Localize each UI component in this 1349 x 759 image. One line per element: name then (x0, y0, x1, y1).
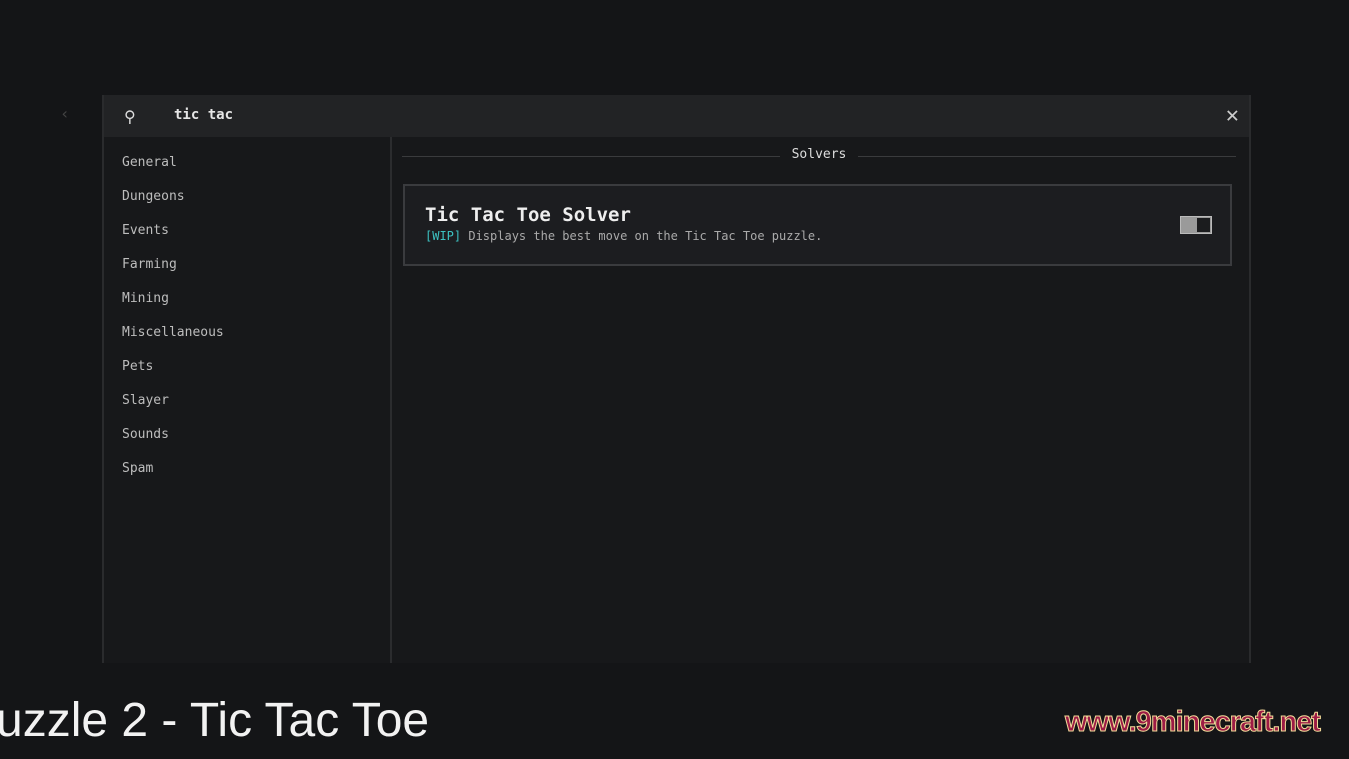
close-icon[interactable]: ✕ (1226, 103, 1239, 128)
feature-description: [WIP] Displays the best move on the Tic … (425, 229, 822, 243)
sidebar-item-slayer[interactable]: Slayer (122, 393, 169, 408)
wip-tag: [WIP] (425, 229, 462, 243)
sidebar-item-farming[interactable]: Farming (122, 257, 177, 272)
sidebar-item-events[interactable]: Events (122, 223, 169, 238)
sidebar-item-pets[interactable]: Pets (122, 359, 153, 374)
feature-card: Tic Tac Toe Solver [WIP] Displays the be… (403, 184, 1232, 266)
sidebar-item-miscellaneous[interactable]: Miscellaneous (122, 325, 224, 340)
feature-toggle[interactable] (1180, 216, 1212, 234)
sidebar-item-mining[interactable]: Mining (122, 291, 169, 306)
settings-window: ⚲ ✕ General Dungeons Events Farming Mini… (102, 95, 1251, 663)
sidebar-item-spam[interactable]: Spam (122, 461, 153, 476)
section-header: Solvers (402, 147, 1236, 167)
toggle-knob (1197, 218, 1210, 232)
search-icon: ⚲ (124, 107, 136, 126)
video-caption: uzzle 2 - Tic Tac Toe (0, 694, 430, 747)
category-sidebar: General Dungeons Events Farming Mining M… (104, 137, 392, 663)
section-title: Solvers (779, 147, 859, 162)
feature-title: Tic Tac Toe Solver (425, 204, 631, 226)
sidebar-item-dungeons[interactable]: Dungeons (122, 189, 185, 204)
search-bar: ⚲ ✕ (104, 95, 1249, 137)
description-text: Displays the best move on the Tic Tac To… (461, 229, 823, 243)
sidebar-item-general[interactable]: General (122, 155, 177, 170)
sidebar-item-sounds[interactable]: Sounds (122, 427, 169, 442)
watermark-logo: www.9minecraft.net (1065, 706, 1322, 739)
back-arrow-icon[interactable]: ‹ (60, 104, 70, 123)
search-input[interactable] (172, 106, 976, 124)
